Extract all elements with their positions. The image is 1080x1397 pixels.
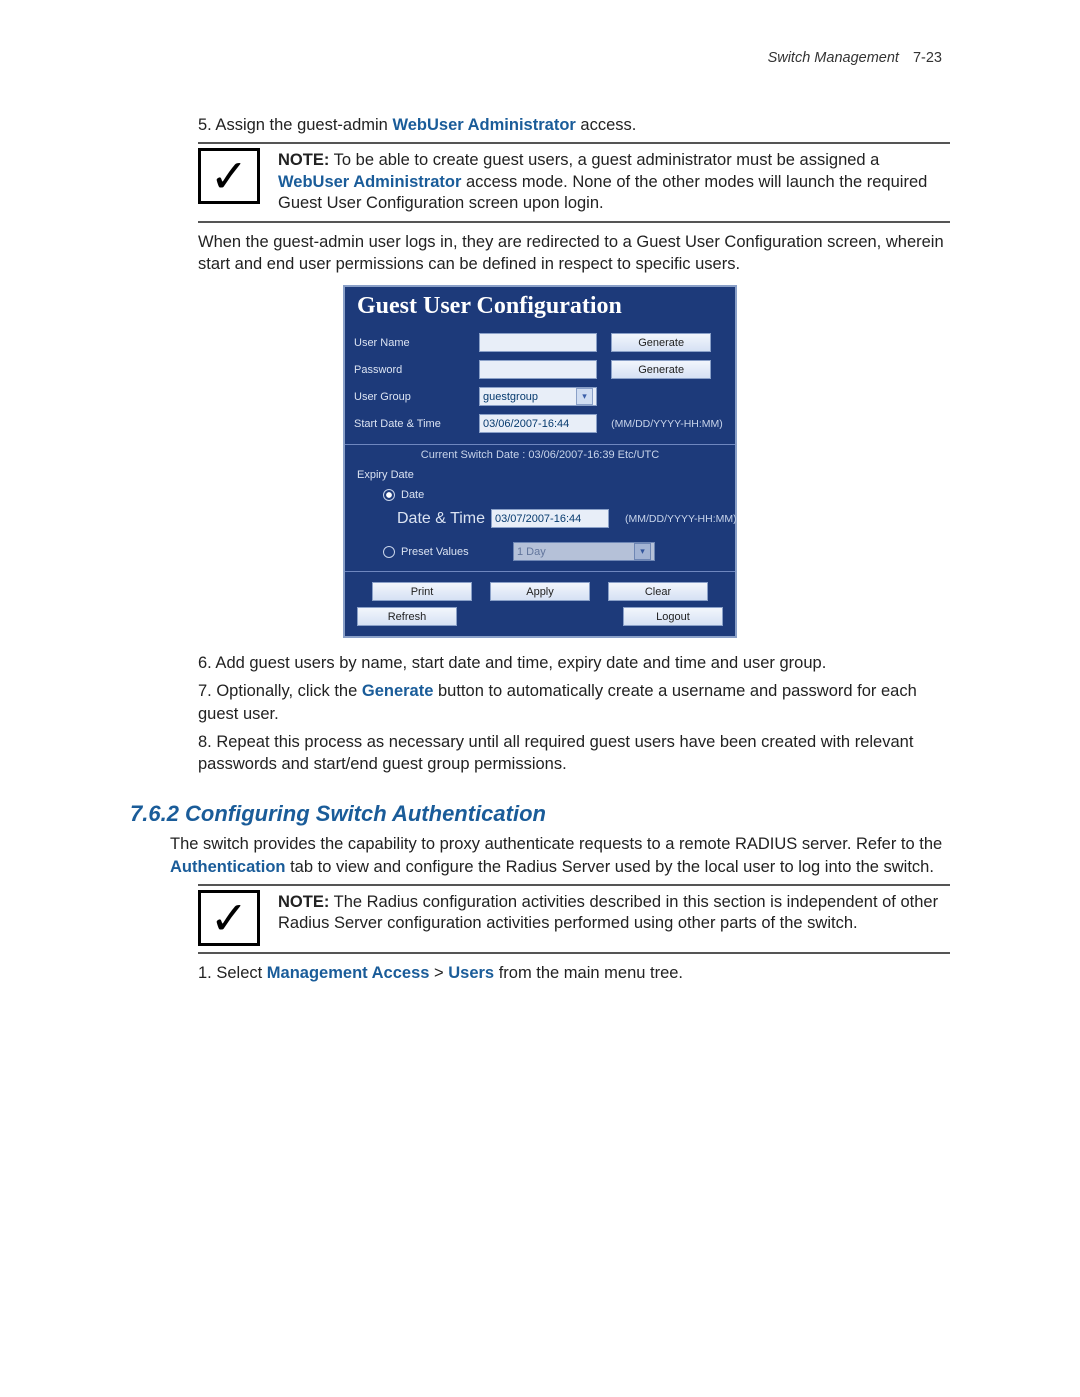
current-switch-date: Current Switch Date : 03/06/2007-16:39 E… bbox=[353, 449, 727, 461]
note-check-icon: ✓ bbox=[198, 148, 260, 204]
radio-date[interactable] bbox=[383, 489, 395, 501]
section-7-6-2-title: 7.6.2 Configuring Switch Authentication bbox=[130, 801, 950, 827]
step-select-menu: 1. Select Management Access > Users from… bbox=[198, 962, 950, 984]
generate-password-button[interactable]: Generate bbox=[611, 360, 711, 379]
preset-value: 1 Day bbox=[517, 546, 546, 558]
bottom-buttons-row1: Print Apply Clear bbox=[353, 582, 727, 601]
usergroup-select[interactable]: guestgroup ▾ bbox=[479, 387, 597, 406]
note-label-2: NOTE: bbox=[278, 893, 329, 911]
stepsel-suffix: from the main menu tree. bbox=[494, 964, 683, 982]
panel-divider-2 bbox=[345, 571, 735, 572]
form-table: User Name Generate Password Generate Use… bbox=[353, 326, 727, 440]
stepsel-bold2: Users bbox=[448, 964, 494, 982]
expiry-label: Expiry Date bbox=[357, 469, 727, 481]
note1-part1: To be able to create guest users, a gues… bbox=[329, 151, 879, 169]
radio-preset[interactable] bbox=[383, 546, 395, 558]
startdate-input[interactable] bbox=[479, 414, 597, 433]
note2-body: The Radius configuration activities desc… bbox=[278, 893, 938, 932]
startdate-hint: (MM/DD/YYYY-HH:MM) bbox=[611, 418, 723, 430]
sec762-prefix: The switch provides the capability to pr… bbox=[170, 835, 942, 853]
panel-divider bbox=[345, 444, 735, 445]
hr-bottom-1 bbox=[198, 221, 950, 223]
hr-bottom-2 bbox=[198, 952, 950, 954]
refresh-button[interactable]: Refresh bbox=[357, 607, 457, 626]
note1-bold: WebUser Administrator bbox=[278, 173, 461, 191]
bottom-buttons-row2: Refresh Logout bbox=[353, 607, 727, 626]
password-input[interactable] bbox=[479, 360, 597, 379]
preset-select[interactable]: 1 Day ▾ bbox=[513, 542, 655, 561]
step-5-suffix: access. bbox=[576, 116, 637, 134]
usergroup-label: User Group bbox=[353, 386, 478, 407]
step7-bold: Generate bbox=[362, 682, 434, 700]
note-block-1: ✓ NOTE: To be able to create guest users… bbox=[198, 142, 950, 222]
sec762-bold: Authentication bbox=[170, 858, 286, 876]
password-label: Password bbox=[353, 359, 478, 380]
page-header: Switch Management 7-23 bbox=[130, 50, 950, 66]
step-8: 8. Repeat this process as necessary unti… bbox=[198, 731, 950, 776]
stepsel-bold1: Management Access bbox=[267, 964, 430, 982]
checkmark-icon: ✓ bbox=[210, 153, 249, 199]
expiry-datetime-label: Date & Time bbox=[397, 510, 483, 528]
step-6: 6. Add guest users by name, start date a… bbox=[198, 652, 950, 674]
note-label: NOTE: bbox=[278, 151, 329, 169]
step-5-prefix: 5. Assign the guest-admin bbox=[198, 116, 392, 134]
document-page: Switch Management 7-23 5. Assign the gue… bbox=[0, 0, 1080, 1050]
expiry-datetime-hint: (MM/DD/YYYY-HH:MM) bbox=[625, 513, 737, 525]
chevron-down-icon: ▾ bbox=[576, 388, 593, 405]
step-5: 5. Assign the guest-admin WebUser Admini… bbox=[198, 114, 950, 136]
screenshot-container: Guest User Configuration User Name Gener… bbox=[130, 285, 950, 638]
note-check-icon-2: ✓ bbox=[198, 890, 260, 946]
sec762-suffix: tab to view and configure the Radius Ser… bbox=[286, 858, 934, 876]
username-input[interactable] bbox=[479, 333, 597, 352]
checkmark-icon: ✓ bbox=[210, 895, 249, 941]
expiry-datetime-input[interactable] bbox=[491, 509, 609, 528]
apply-button[interactable]: Apply bbox=[490, 582, 590, 601]
radio-date-row[interactable]: Date bbox=[357, 489, 727, 501]
note-block-2: ✓ NOTE: The Radius configuration activit… bbox=[198, 884, 950, 954]
panel-title: Guest User Configuration bbox=[353, 293, 727, 326]
radio-preset-row[interactable]: Preset Values 1 Day ▾ bbox=[357, 542, 727, 561]
chapter-title: Switch Management bbox=[768, 50, 899, 66]
startdate-label: Start Date & Time bbox=[353, 413, 478, 434]
page-number: 7-23 bbox=[913, 50, 942, 66]
section-7-6-2-para: The switch provides the capability to pr… bbox=[170, 833, 950, 878]
note-1-text: NOTE: To be able to create guest users, … bbox=[278, 148, 950, 214]
step7-prefix: 7. Optionally, click the bbox=[198, 682, 362, 700]
generate-username-button[interactable]: Generate bbox=[611, 333, 711, 352]
clear-button[interactable]: Clear bbox=[608, 582, 708, 601]
username-label: User Name bbox=[353, 332, 478, 353]
radio-preset-label: Preset Values bbox=[401, 546, 507, 558]
step-5-bold: WebUser Administrator bbox=[392, 116, 575, 134]
radio-date-label: Date bbox=[401, 489, 424, 501]
note-2-text: NOTE: The Radius configuration activitie… bbox=[278, 890, 950, 935]
stepsel-prefix: 1. Select bbox=[198, 964, 267, 982]
print-button[interactable]: Print bbox=[372, 582, 472, 601]
step-7: 7. Optionally, click the Generate button… bbox=[198, 680, 950, 725]
para-after-note1: When the guest-admin user logs in, they … bbox=[198, 231, 950, 276]
usergroup-value: guestgroup bbox=[483, 391, 538, 403]
guest-user-config-panel: Guest User Configuration User Name Gener… bbox=[343, 285, 737, 638]
chevron-down-icon: ▾ bbox=[634, 543, 651, 560]
stepsel-gt: > bbox=[429, 964, 448, 982]
logout-button[interactable]: Logout bbox=[623, 607, 723, 626]
